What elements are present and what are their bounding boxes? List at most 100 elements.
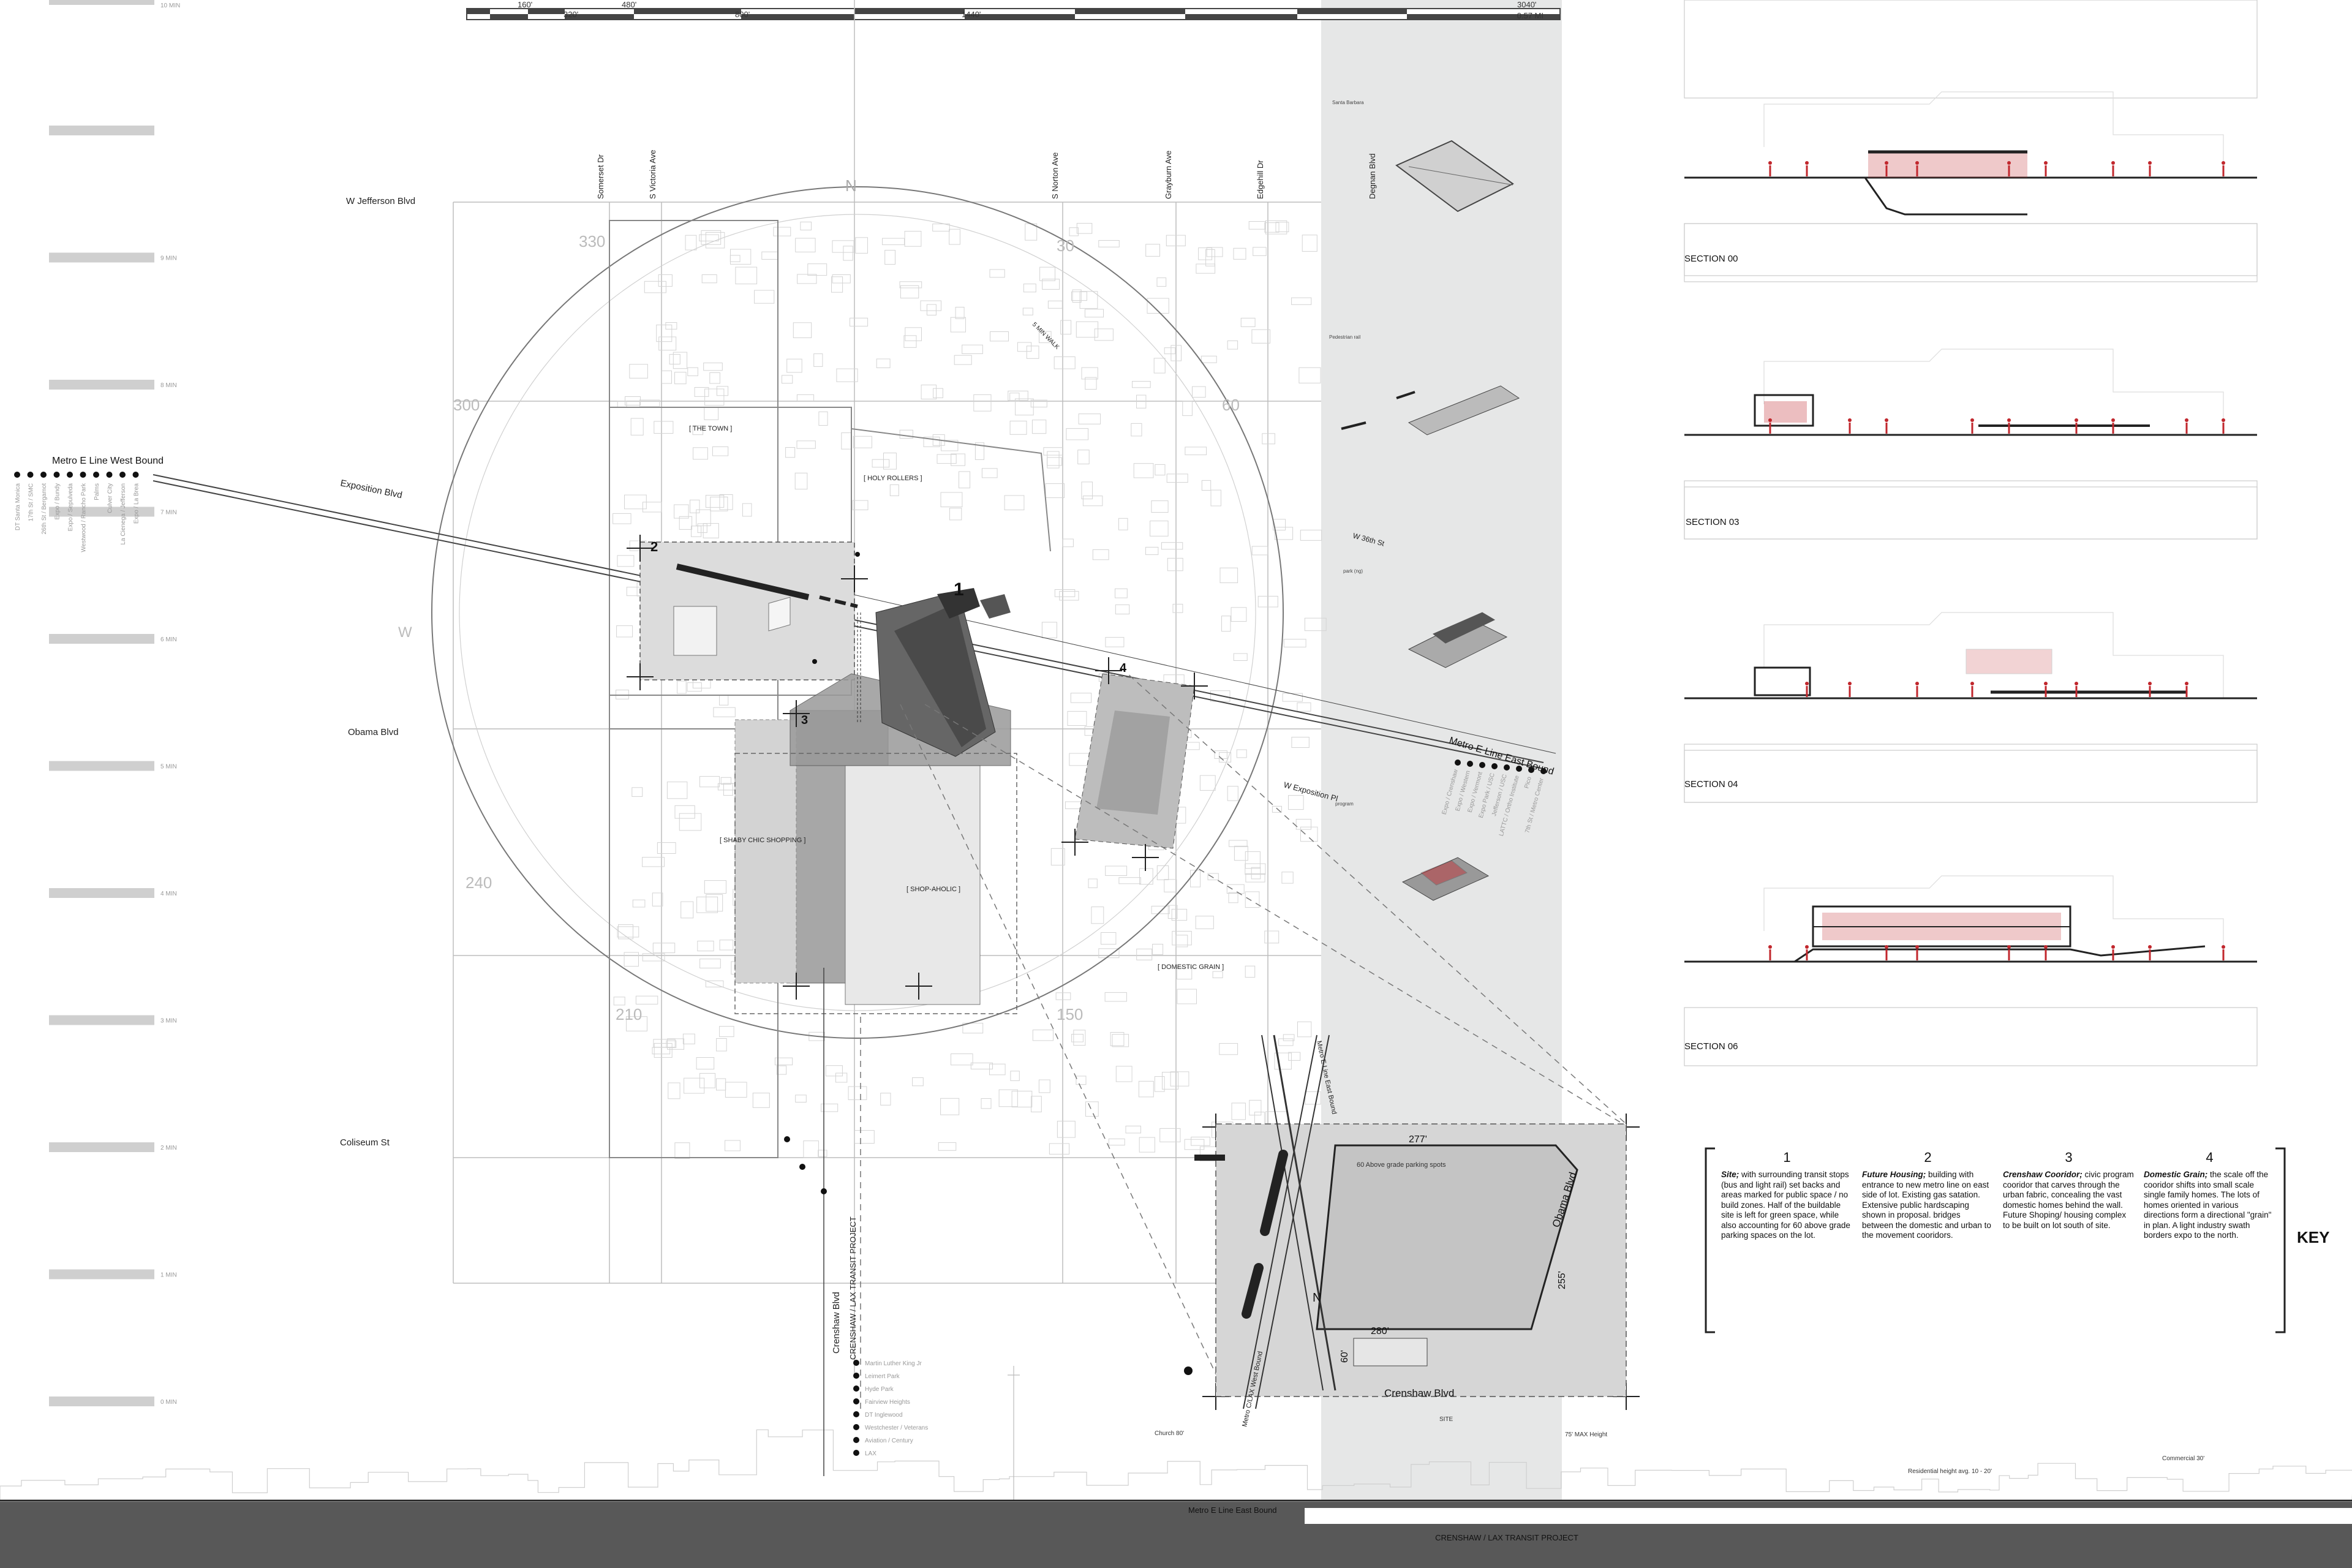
house-footprint: [1152, 944, 1164, 955]
house-footprint: [920, 300, 941, 311]
house-footprint: [1101, 932, 1117, 945]
house-footprint: [1077, 450, 1090, 465]
house-footprint: [1192, 386, 1206, 398]
house-footprint: [800, 221, 812, 231]
house-footprint: [719, 1026, 734, 1038]
house-footprint: [1104, 992, 1127, 1002]
ground-project-label: CRENSHAW / LAX TRANSIT PROJECT: [1435, 1533, 1578, 1542]
street-norton: S Norton Ave: [1050, 153, 1060, 199]
house-footprint: [803, 1140, 819, 1158]
metro-stop-dot: [1467, 761, 1473, 767]
house-footprint: [1049, 1143, 1070, 1155]
house-footprint: [912, 1077, 924, 1087]
metro-stop-label: La Cienega / Jefferson: [120, 483, 127, 545]
section-figure-head: [2007, 161, 2011, 165]
metro-stop-dot: [1455, 760, 1461, 766]
axo-label-4: program: [1335, 801, 1354, 807]
house-footprint: [796, 394, 815, 401]
section-frame: [1684, 480, 2258, 540]
time-bar-label: 3 MIN: [160, 1018, 177, 1025]
house-footprint: [949, 228, 960, 245]
house-footprint: [693, 447, 708, 460]
house-footprint: [1045, 483, 1065, 499]
crenshaw-stop-label: Fairview Heights: [865, 1399, 910, 1406]
key-item-2-title: Future Housing;: [1862, 1170, 1926, 1179]
house-footprint: [624, 952, 639, 967]
house-footprint: [1297, 702, 1311, 712]
section-figure-head: [1805, 682, 1809, 685]
section-building: [1966, 649, 2052, 674]
house-footprint: [1115, 604, 1130, 615]
house-footprint: [658, 274, 673, 287]
house-footprint: [1283, 639, 1306, 647]
house-footprint: [719, 940, 734, 951]
house-footprint: [1298, 367, 1321, 383]
house-footprint: [742, 503, 752, 517]
house-footprint: [674, 805, 695, 819]
house-footprint: [1055, 992, 1071, 1000]
house-footprint: [654, 421, 674, 434]
ring-number: 300: [453, 396, 480, 414]
house-footprint: [629, 364, 648, 379]
house-footprint: [1139, 1137, 1155, 1153]
house-footprint: [1132, 381, 1151, 388]
house-footprint: [1191, 1136, 1210, 1146]
crenshaw-stop-dot: [853, 1398, 859, 1404]
house-footprint: [657, 842, 676, 854]
house-footprint: [1167, 557, 1183, 571]
metro-stop-label: Expo / La Brea: [134, 483, 140, 524]
house-footprint: [1245, 891, 1260, 908]
house-footprint: [1054, 356, 1076, 369]
time-bar-label: 0 MIN: [160, 1399, 177, 1406]
house-footprint: [1297, 1021, 1312, 1038]
metro-stop-dot: [67, 472, 73, 478]
house-footprint: [1291, 737, 1310, 748]
house-footprint: [1151, 500, 1169, 513]
metro-stop-label: Expo / Bundy: [55, 483, 61, 519]
house-footprint: [1038, 1079, 1050, 1093]
house-footprint: [850, 317, 869, 326]
house-footprint: [679, 813, 702, 831]
house-footprint: [825, 1065, 843, 1077]
house-footprint: [1184, 1139, 1205, 1150]
church-label: Church 80': [1155, 1430, 1184, 1437]
time-bar: [49, 1396, 154, 1406]
house-footprint: [630, 418, 644, 435]
house-footprint: [795, 1095, 807, 1103]
house-footprint: [631, 787, 643, 797]
crenshaw-stop-dot: [853, 1385, 859, 1392]
time-bar: [49, 634, 154, 644]
house-footprint: [712, 446, 729, 456]
house-footprint: [668, 1082, 680, 1099]
metro-stop-label: Westwood / Rancho Park: [81, 483, 88, 552]
scale-bar-segment: [1185, 14, 1297, 20]
house-footprint: [616, 690, 629, 699]
house-footprint: [704, 388, 725, 406]
section-figure-head: [2185, 682, 2188, 685]
crenshaw-stop-label: DT Inglewood: [865, 1412, 903, 1419]
house-footprint: [1145, 244, 1160, 257]
north-label: N: [845, 176, 857, 195]
house-footprint: [1288, 1052, 1301, 1061]
crenshaw-stop-dot: [853, 1360, 859, 1366]
street-edgehill: Edgehill Dr: [1256, 160, 1265, 199]
house-footprint: [951, 453, 965, 466]
section-drawings: [1684, 0, 2258, 1066]
section-frame: [1684, 0, 2258, 99]
house-footprint: [1022, 307, 1033, 315]
crenshaw-stops: Martin Luther King Jr Leimert Park Hyde Pa…: [853, 1360, 928, 1457]
section-frame: [1684, 1007, 2258, 1066]
metro-stop-dot: [1516, 766, 1522, 772]
house-footprint: [1076, 1076, 1087, 1085]
ring-number: 240: [466, 873, 492, 892]
time-bar: [49, 1142, 154, 1152]
house-footprint: [1085, 1101, 1099, 1117]
metro-stop-dot: [1491, 763, 1498, 769]
dim-277: 277': [1409, 1134, 1427, 1145]
parking-label: 60 Above grade parking spots: [1357, 1161, 1446, 1169]
house-footprint: [955, 307, 965, 319]
house-footprint: [882, 238, 905, 246]
house-footprint: [761, 251, 778, 260]
time-bar: [49, 0, 154, 5]
house-footprint: [1153, 358, 1166, 374]
